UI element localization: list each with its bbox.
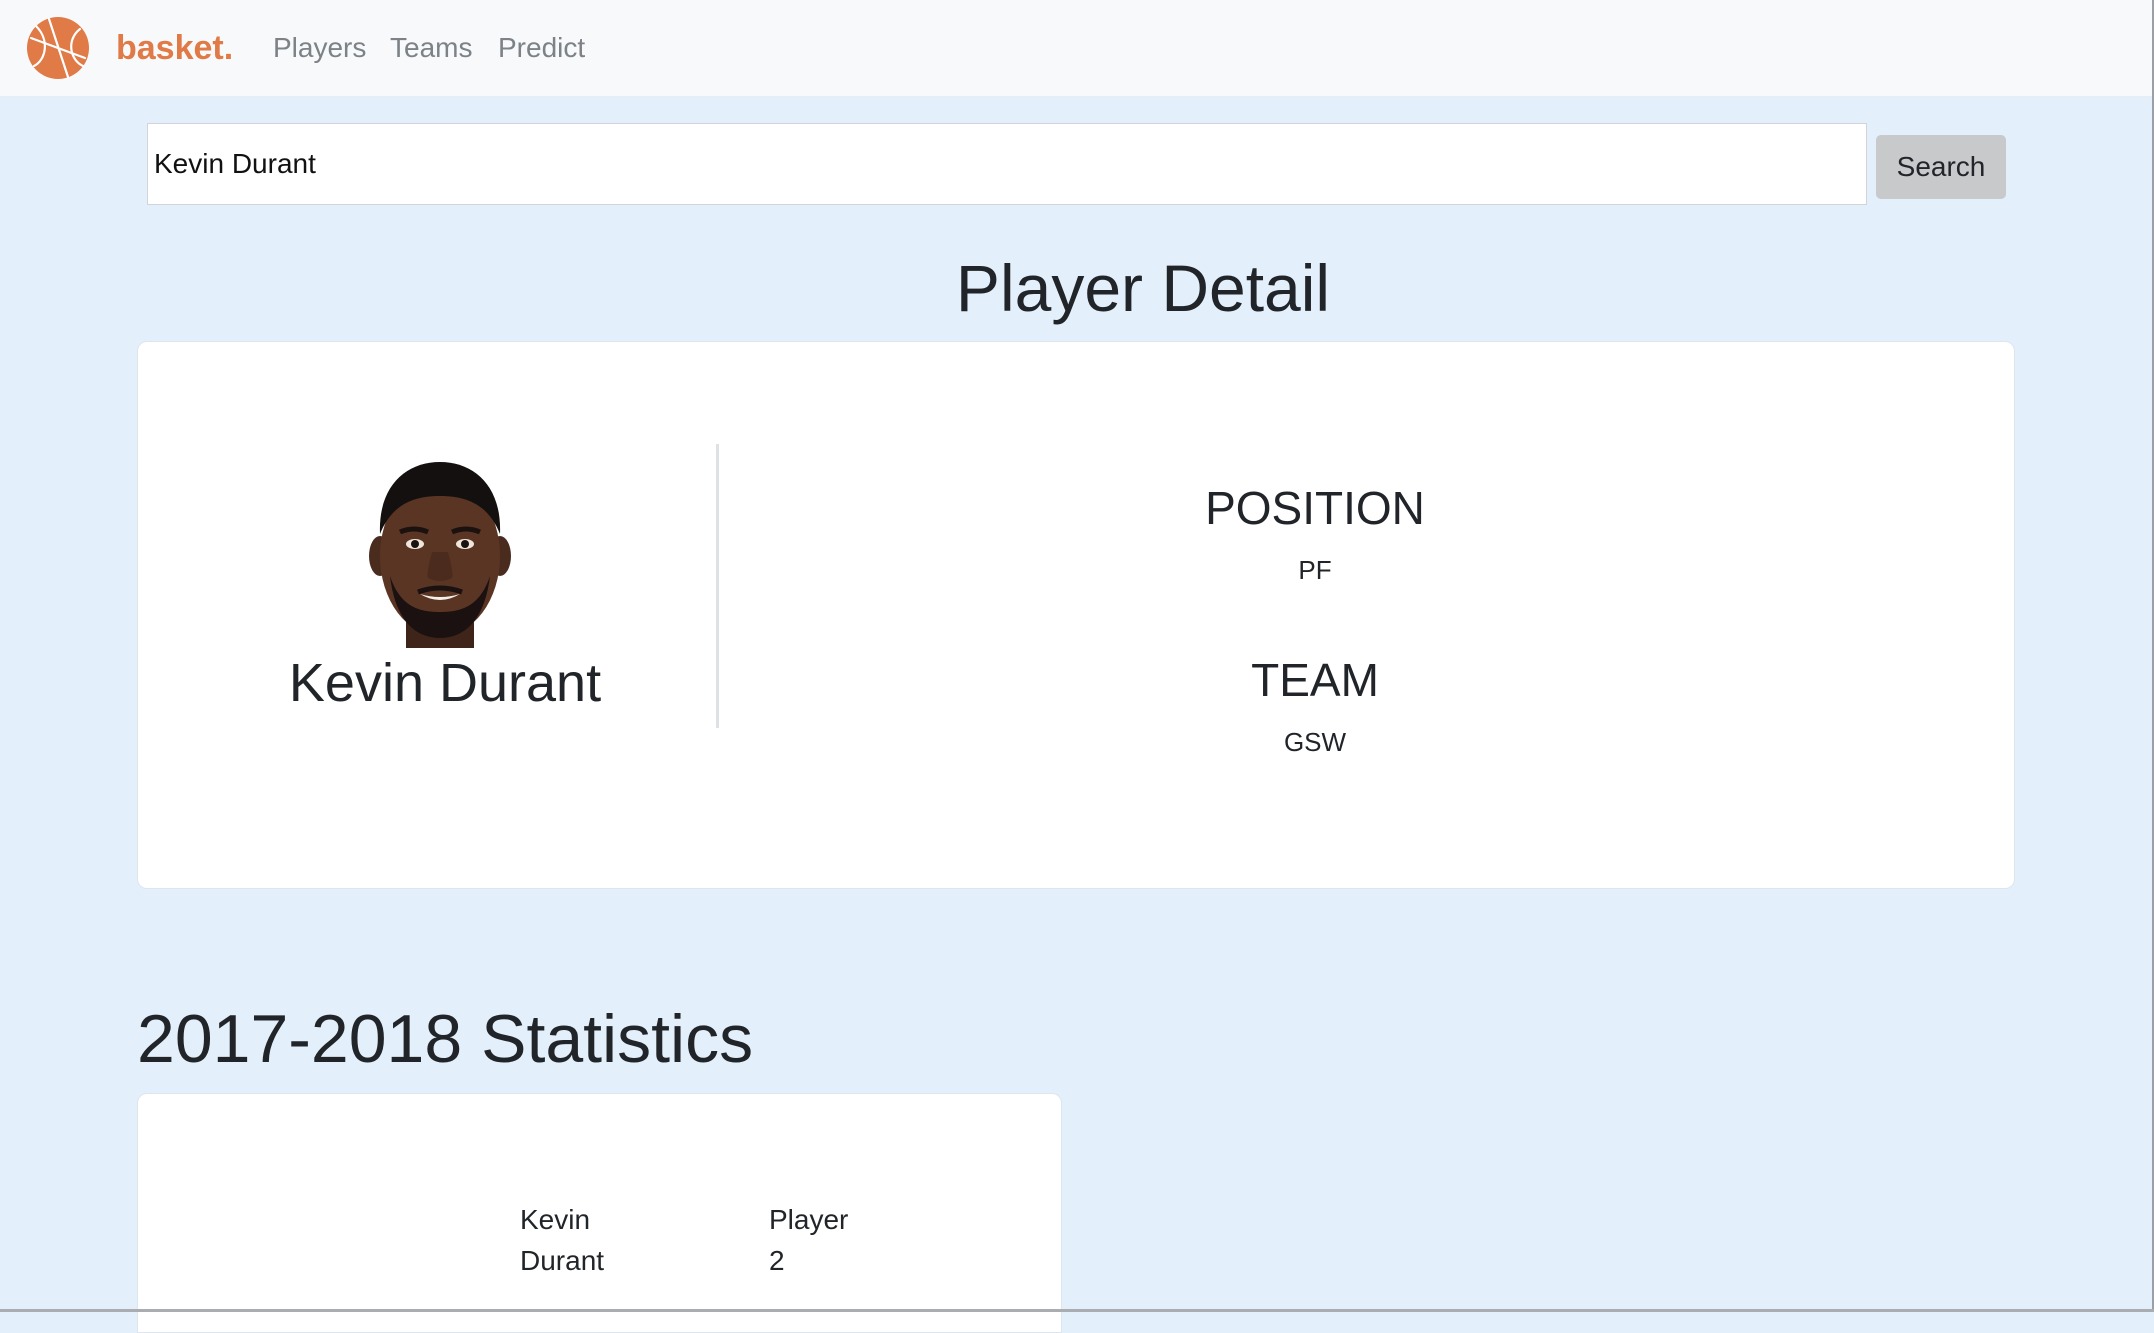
stat-cell-line: Durant bbox=[520, 1245, 605, 1276]
position-label: POSITION bbox=[1205, 482, 1425, 534]
stat-cell-line: Kevin bbox=[520, 1204, 591, 1235]
stats-title: 2017-2018 Statistics bbox=[137, 1001, 754, 1077]
stat-cell-line: Player bbox=[769, 1204, 849, 1235]
basketball-icon[interactable] bbox=[26, 16, 90, 80]
stat-cell-line: 2 bbox=[769, 1245, 785, 1276]
vertical-divider bbox=[716, 444, 719, 728]
page-title: Player Detail bbox=[955, 251, 1331, 325]
player-photo bbox=[369, 462, 511, 648]
stat-cell-player-name: Kevin Durant bbox=[520, 1199, 670, 1281]
search-input[interactable] bbox=[147, 123, 1867, 205]
team-value: GSW bbox=[1283, 727, 1347, 757]
nav-link-predict[interactable]: Predict bbox=[498, 28, 585, 68]
team-label: TEAM bbox=[1251, 654, 1379, 706]
position-value: PF bbox=[1298, 555, 1332, 585]
nav-link-players[interactable]: Players bbox=[273, 28, 366, 68]
player-name: Kevin Durant bbox=[288, 653, 602, 713]
stat-cell-player-id: Player 2 bbox=[769, 1199, 919, 1281]
brand-name[interactable]: basket. bbox=[116, 26, 233, 70]
search-button[interactable]: Search bbox=[1876, 135, 2006, 199]
navbar: basket. Players Teams Predict bbox=[0, 0, 2154, 97]
nav-link-teams[interactable]: Teams bbox=[390, 28, 472, 68]
